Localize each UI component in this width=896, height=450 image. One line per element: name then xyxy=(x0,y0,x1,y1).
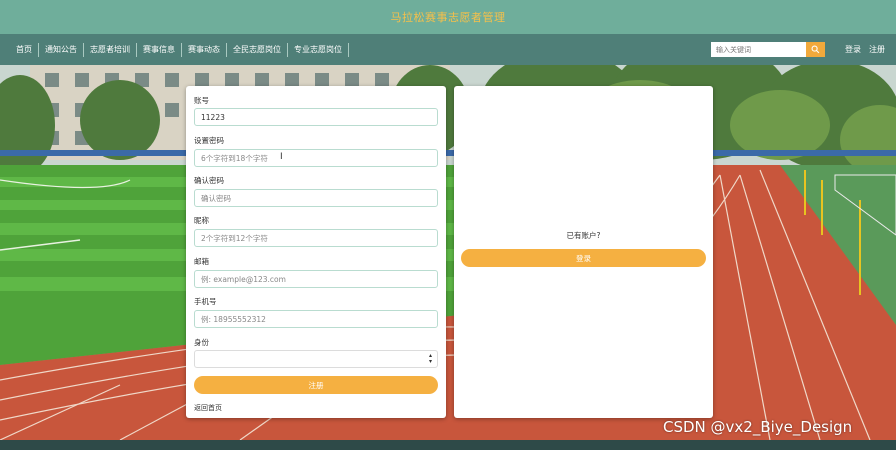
identity-select[interactable]: ▴ ▾ xyxy=(194,350,438,368)
have-account-prompt: 已有账户? xyxy=(566,231,601,240)
confirm-password-label: 确认密码 xyxy=(194,176,224,185)
login-panel-card: 已有账户? 登录 xyxy=(454,86,713,418)
search-input[interactable] xyxy=(711,42,806,57)
nickname-input[interactable] xyxy=(194,229,438,247)
account-input[interactable] xyxy=(194,108,438,126)
nav-item-notices[interactable]: 通知公告 xyxy=(39,42,84,57)
account-label: 账号 xyxy=(194,96,209,105)
registration-form-card: 账号 设置密码 Ⅰ 确认密码 昵称 邮箱 手机号 身份 ▴▾ 注册 返回首页 xyxy=(186,86,446,418)
confirm-password-input[interactable] xyxy=(194,189,438,207)
nav-list: 首页 通知公告 志愿者培训 赛事信息 赛事动态 全民志愿岗位 专业志愿岗位 xyxy=(10,42,349,57)
search-icon xyxy=(811,45,820,54)
stadium-background-illustration xyxy=(0,65,896,440)
register-link[interactable]: 注册 xyxy=(869,44,885,55)
search-button[interactable] xyxy=(806,42,825,57)
watermark-text: CSDN @vx2_Biye_Design xyxy=(663,418,853,436)
back-home-link[interactable]: 返回首页 xyxy=(194,403,222,413)
nickname-label: 昵称 xyxy=(194,216,209,225)
login-link[interactable]: 登录 xyxy=(845,44,861,55)
site-title: 马拉松赛事志愿者管理 xyxy=(390,11,506,24)
phone-input[interactable] xyxy=(194,310,438,328)
login-button[interactable]: 登录 xyxy=(461,249,706,267)
nav-item-event-info[interactable]: 赛事信息 xyxy=(137,42,182,57)
top-header-bar: 马拉松赛事志愿者管理 xyxy=(0,0,896,34)
email-label: 邮箱 xyxy=(194,257,209,266)
bottom-strip xyxy=(0,440,896,450)
password-label: 设置密码 xyxy=(194,136,224,145)
phone-label: 手机号 xyxy=(194,297,217,306)
identity-label: 身份 xyxy=(194,338,209,347)
nav-item-public-volunteer-posts[interactable]: 全民志愿岗位 xyxy=(227,42,288,57)
main-nav-bar: 首页 通知公告 志愿者培训 赛事信息 赛事动态 全民志愿岗位 专业志愿岗位 登录… xyxy=(0,34,896,65)
text-cursor-icon: Ⅰ xyxy=(280,152,283,162)
email-input[interactable] xyxy=(194,270,438,288)
register-submit-button[interactable]: 注册 xyxy=(194,376,438,394)
password-input[interactable] xyxy=(194,149,438,167)
nav-item-home[interactable]: 首页 xyxy=(10,42,39,57)
search-box xyxy=(711,42,825,57)
auth-links: 登录 注册 xyxy=(845,44,885,55)
nav-item-event-news[interactable]: 赛事动态 xyxy=(182,42,227,57)
select-arrows-icon: ▴ ▾ xyxy=(428,352,432,365)
nav-item-professional-volunteer-posts[interactable]: 专业志愿岗位 xyxy=(288,42,349,57)
nav-item-volunteer-training[interactable]: 志愿者培训 xyxy=(84,42,137,57)
background-image xyxy=(0,65,896,440)
